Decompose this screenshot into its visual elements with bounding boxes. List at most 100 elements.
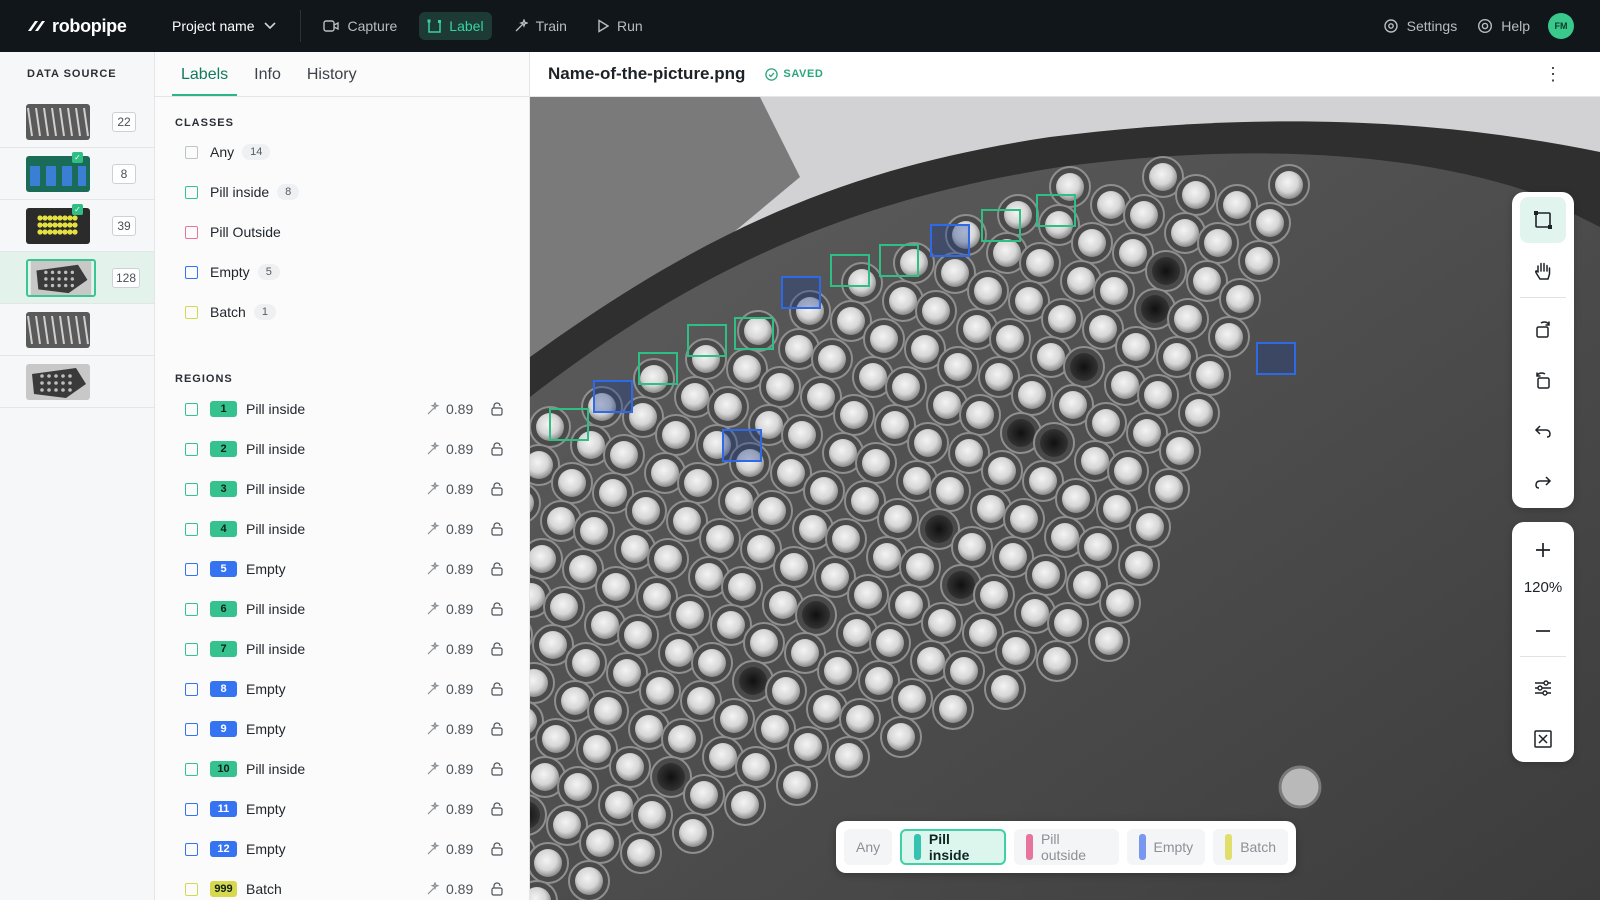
lock-icon[interactable] bbox=[490, 722, 504, 736]
pill-cell bbox=[937, 346, 979, 388]
region-item[interactable]: 4 Pill inside 0.89 bbox=[155, 509, 529, 549]
data-source-item[interactable]: 22 bbox=[0, 96, 154, 148]
lock-icon[interactable] bbox=[490, 642, 504, 656]
magic-wand-icon bbox=[427, 482, 440, 495]
help-button[interactable]: Help bbox=[1477, 18, 1530, 34]
region-item[interactable]: 1 Pill inside 0.89 bbox=[155, 389, 529, 429]
brand-logo[interactable]: robopipe bbox=[26, 16, 156, 37]
region-item[interactable]: 5 Empty 0.89 bbox=[155, 549, 529, 589]
image-canvas[interactable] bbox=[530, 97, 1600, 900]
region-label: Batch bbox=[246, 881, 282, 897]
region-item[interactable]: 2 Pill inside 0.89 bbox=[155, 429, 529, 469]
nav-train[interactable]: Train bbox=[506, 12, 575, 40]
nav-run[interactable]: Run bbox=[589, 12, 651, 40]
zoom-in-button[interactable] bbox=[1520, 527, 1566, 573]
lock-icon[interactable] bbox=[490, 442, 504, 456]
bounding-box-tool[interactable] bbox=[1520, 197, 1566, 243]
lock-icon[interactable] bbox=[490, 602, 504, 616]
region-item[interactable]: 12 Empty 0.89 bbox=[155, 829, 529, 869]
annotation-box-empty[interactable] bbox=[593, 380, 633, 413]
lock-icon[interactable] bbox=[490, 762, 504, 776]
lock-icon[interactable] bbox=[490, 882, 504, 896]
data-source-item[interactable] bbox=[0, 356, 154, 408]
pill-cell bbox=[973, 574, 1015, 616]
pill-cell bbox=[1003, 498, 1045, 540]
avatar[interactable]: FM bbox=[1548, 13, 1574, 39]
picker-batch[interactable]: Batch bbox=[1213, 829, 1288, 865]
picker-any[interactable]: Any bbox=[844, 829, 893, 865]
lock-icon[interactable] bbox=[490, 522, 504, 536]
region-box-icon bbox=[185, 802, 198, 816]
nav-label[interactable]: Label bbox=[419, 12, 492, 40]
zoom-out-button[interactable] bbox=[1520, 608, 1566, 654]
data-source-item[interactable]: ✓ 39 bbox=[0, 200, 154, 252]
image-thumbnail[interactable] bbox=[26, 312, 90, 348]
annotation-box-empty[interactable] bbox=[781, 276, 821, 309]
undo-button[interactable] bbox=[1520, 408, 1566, 454]
class-item[interactable]: Any 14 bbox=[155, 132, 529, 172]
lock-icon[interactable] bbox=[490, 802, 504, 816]
pill-cell bbox=[724, 784, 766, 826]
region-item[interactable]: 11 Empty 0.89 bbox=[155, 789, 529, 829]
class-box-icon bbox=[185, 145, 198, 159]
rotate-left-tool[interactable] bbox=[1520, 357, 1566, 403]
adjustments-button[interactable] bbox=[1520, 665, 1566, 711]
top-right-actions: Settings Help FM bbox=[1373, 13, 1574, 39]
region-item[interactable]: 9 Empty 0.89 bbox=[155, 709, 529, 749]
tab-labels[interactable]: Labels bbox=[172, 52, 238, 96]
magic-wand-icon bbox=[427, 682, 440, 695]
more-menu-icon[interactable]: ⋮ bbox=[1544, 64, 1562, 85]
pill-cell bbox=[669, 594, 711, 636]
pill-cell bbox=[713, 698, 755, 740]
class-item[interactable]: Pill Outside bbox=[155, 212, 529, 252]
picker-empty[interactable]: Empty bbox=[1126, 829, 1206, 865]
region-item[interactable]: 8 Empty 0.89 bbox=[155, 669, 529, 709]
lock-icon[interactable] bbox=[490, 562, 504, 576]
nav-run-label: Run bbox=[616, 18, 643, 34]
labels-panel: Labels Info History CLASSES Any 14 Pill in… bbox=[155, 52, 530, 900]
fit-screen-button[interactable] bbox=[1520, 716, 1566, 762]
region-number: 4 bbox=[210, 521, 237, 537]
pill-cell bbox=[1088, 620, 1130, 662]
annotation-box-empty[interactable] bbox=[722, 429, 762, 462]
region-label: Empty bbox=[246, 841, 286, 857]
region-item[interactable]: 7 Pill inside 0.89 bbox=[155, 629, 529, 669]
region-item[interactable]: 6 Pill inside 0.89 bbox=[155, 589, 529, 629]
redo-button[interactable] bbox=[1520, 459, 1566, 505]
class-item[interactable]: Batch 1 bbox=[155, 292, 529, 332]
confidence-score: 0.89 bbox=[446, 641, 474, 657]
data-source-item[interactable] bbox=[0, 304, 154, 356]
image-thumbnail[interactable] bbox=[26, 104, 90, 140]
tab-history[interactable]: History bbox=[298, 52, 366, 96]
data-source-item[interactable]: 128 bbox=[0, 252, 154, 304]
annotation-box-empty[interactable] bbox=[1256, 342, 1296, 375]
picker-pill-outside[interactable]: Pill outside bbox=[1014, 829, 1119, 865]
class-item[interactable]: Empty 5 bbox=[155, 252, 529, 292]
settings-button[interactable]: Settings bbox=[1383, 18, 1457, 34]
picker-pill-inside[interactable]: Pill inside bbox=[900, 829, 1007, 865]
data-source-item[interactable]: ✓ 8 bbox=[0, 148, 154, 200]
lock-icon[interactable] bbox=[490, 402, 504, 416]
pill-cell bbox=[1219, 278, 1261, 320]
panel-tabs: Labels Info History bbox=[155, 52, 529, 97]
region-label: Pill inside bbox=[246, 401, 306, 417]
pill-cell bbox=[543, 586, 585, 628]
region-item[interactable]: 10 Pill inside 0.89 bbox=[155, 749, 529, 789]
annotation-box-empty[interactable] bbox=[930, 224, 970, 257]
tab-info[interactable]: Info bbox=[245, 52, 290, 96]
class-label: Pill inside bbox=[210, 184, 270, 200]
image-thumbnail[interactable] bbox=[26, 364, 90, 400]
lock-icon[interactable] bbox=[490, 842, 504, 856]
pan-tool[interactable] bbox=[1520, 248, 1566, 294]
class-item[interactable]: Pill inside 8 bbox=[155, 172, 529, 212]
lock-icon[interactable] bbox=[490, 482, 504, 496]
region-item[interactable]: 999 Batch 0.89 bbox=[155, 869, 529, 900]
lock-icon[interactable] bbox=[490, 682, 504, 696]
image-thumbnail[interactable] bbox=[26, 259, 96, 297]
magic-wand-icon bbox=[427, 802, 440, 815]
nav-capture[interactable]: Capture bbox=[315, 12, 405, 40]
region-item[interactable]: 3 Pill inside 0.89 bbox=[155, 469, 529, 509]
project-selector[interactable]: Project name bbox=[172, 10, 302, 42]
rotate-right-tool[interactable] bbox=[1520, 306, 1566, 352]
rotate-right-icon bbox=[1536, 321, 1550, 338]
